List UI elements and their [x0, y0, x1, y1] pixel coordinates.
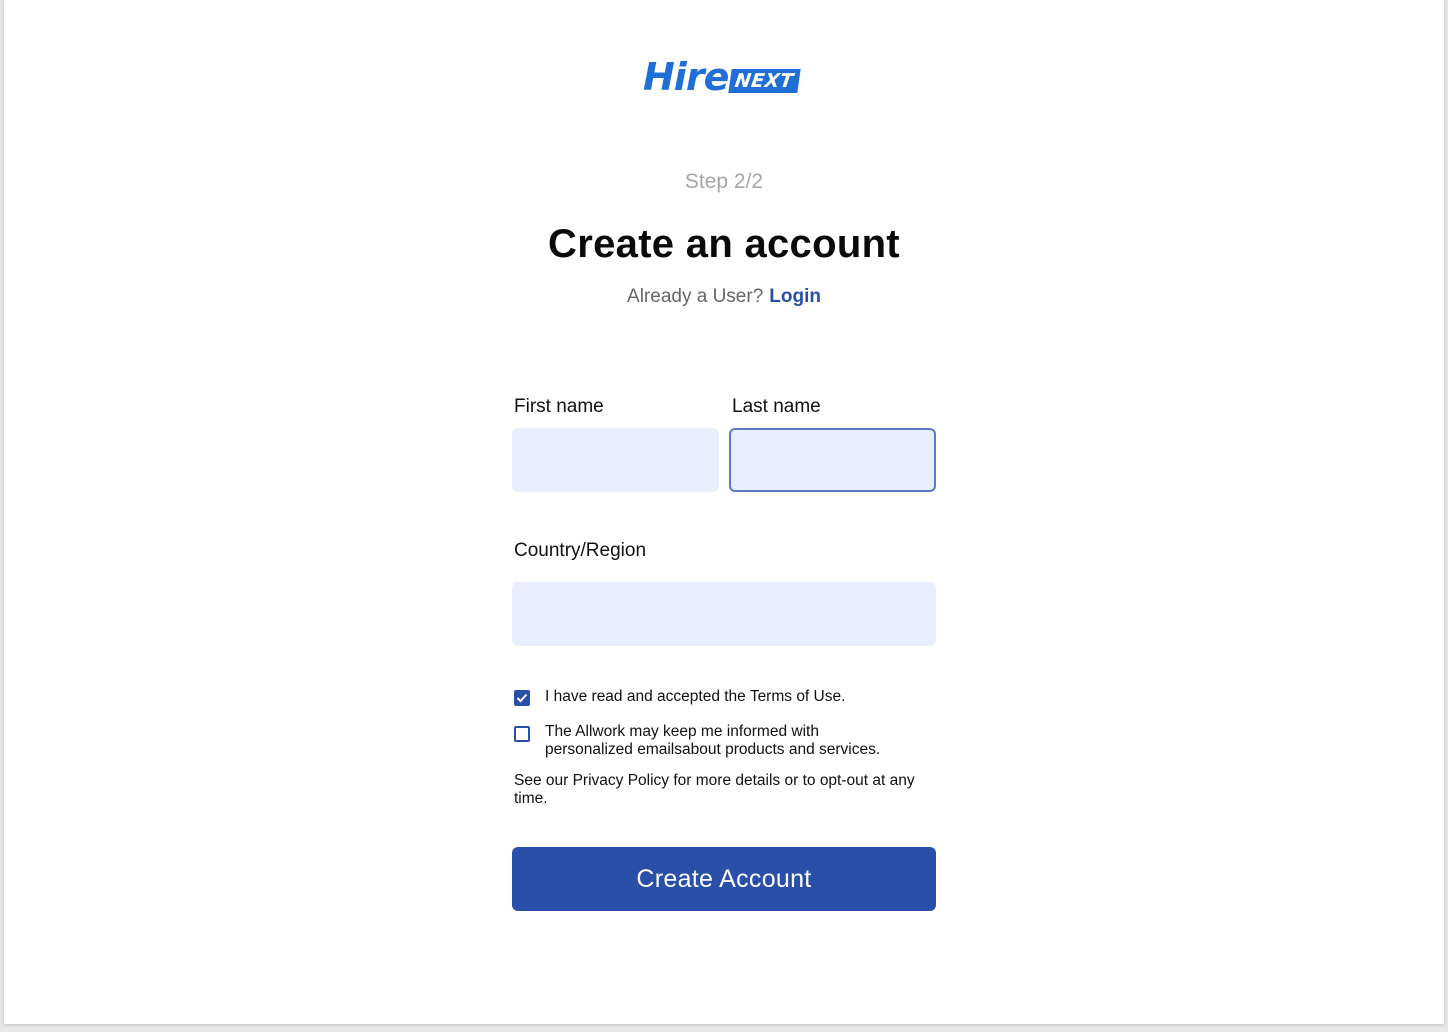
checkmark-icon: [516, 693, 528, 703]
page-title: Create an account: [548, 222, 900, 266]
country-input[interactable]: [512, 582, 936, 646]
logo-hire-text: Hire: [643, 55, 729, 99]
step-indicator: Step 2/2: [684, 170, 764, 193]
privacy-note: See our Privacy Policy for more details …: [514, 772, 915, 807]
already-user-line: Already a User? Login: [0, 286, 1448, 308]
terms-checkbox-row[interactable]: I have read and accepted the Terms of Us…: [514, 688, 845, 706]
first-name-label: First name: [514, 396, 604, 417]
marketing-checkbox[interactable]: [514, 726, 530, 742]
login-link[interactable]: Login: [769, 286, 821, 307]
create-account-button[interactable]: Create Account: [512, 847, 936, 911]
logo-next-text: NEXT: [728, 69, 801, 93]
country-label: Country/Region: [514, 540, 647, 561]
last-name-label: Last name: [732, 396, 821, 417]
marketing-checkbox-row[interactable]: The Allwork may keep me informed with pe…: [514, 723, 894, 759]
terms-checkbox[interactable]: [514, 690, 530, 706]
marketing-label: The Allwork may keep me informed with pe…: [545, 723, 881, 758]
already-user-text: Already a User?: [627, 286, 764, 307]
hirenext-logo: Hire NEXT: [643, 55, 801, 99]
terms-label: I have read and accepted the Terms of Us…: [545, 688, 846, 705]
first-name-input[interactable]: [512, 428, 719, 492]
last-name-input[interactable]: [729, 428, 936, 492]
